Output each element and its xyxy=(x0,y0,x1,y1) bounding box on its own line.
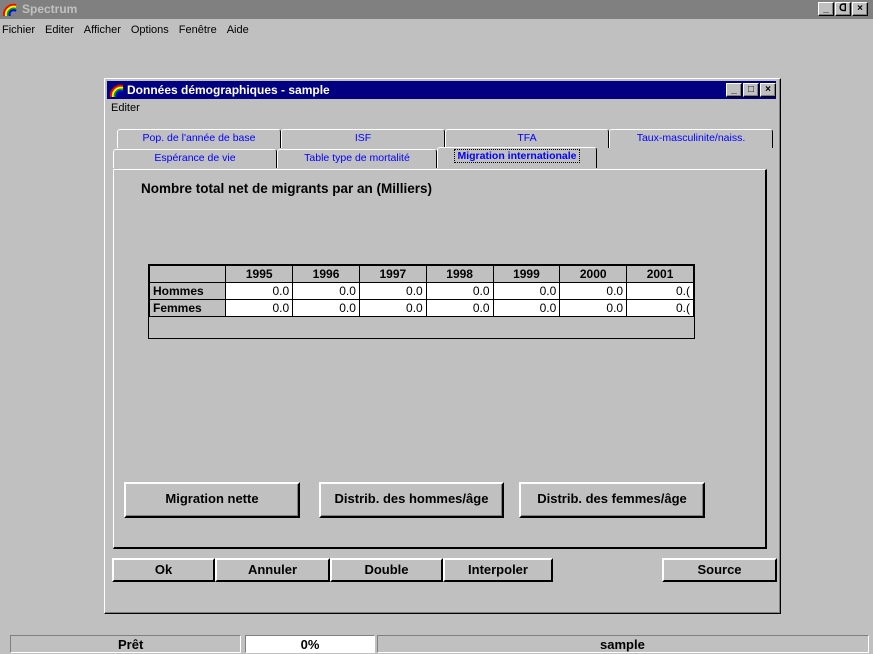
grid-cell[interactable]: 0.0 xyxy=(292,282,360,300)
tab-pop-annee-base[interactable]: Pop. de l'année de base xyxy=(117,129,281,148)
corner-cell xyxy=(149,265,227,283)
close-icon[interactable]: × xyxy=(760,83,776,97)
tab-tfa[interactable]: TFA xyxy=(445,129,609,148)
restore-icon[interactable]: ᗡ xyxy=(835,2,851,16)
app-title: Spectrum xyxy=(22,2,78,16)
grid-cell[interactable]: 0.0 xyxy=(559,282,628,300)
tab-esperance-vie[interactable]: Espérance de vie xyxy=(113,149,277,168)
double-button[interactable]: Double xyxy=(330,558,443,582)
tab-taux-masculinite[interactable]: Taux-masculinite/naiss. xyxy=(609,129,773,148)
column-header: 2001 xyxy=(626,265,694,283)
distrib-femmes-label: Distrib. des femmes/âge xyxy=(537,491,687,506)
tab-isf[interactable]: ISF xyxy=(281,129,445,148)
tab-migration-label: Migration internationale xyxy=(454,149,580,163)
migration-nette-label: Migration nette xyxy=(165,491,259,506)
spectrum-rainbow-icon[interactable] xyxy=(110,84,125,97)
demographics-dialog: Données démographiques - sample _ □ × Ed… xyxy=(104,78,781,614)
grid-cell[interactable]: 0.0 xyxy=(358,299,427,317)
distrib-femmes-button[interactable]: Distrib. des femmes/âge xyxy=(519,482,705,518)
menu-aide[interactable]: Aide xyxy=(227,24,249,36)
maximize-icon[interactable]: □ xyxy=(743,83,759,97)
panel-title: Nombre total net de migrants par an (Mil… xyxy=(141,181,433,196)
column-header: 1998 xyxy=(425,265,494,283)
menu-options[interactable]: Options xyxy=(131,24,169,36)
menu-fenetre[interactable]: Fenêtre xyxy=(179,24,217,36)
grid-cell[interactable]: 0.0 xyxy=(425,282,494,300)
column-header: 1999 xyxy=(492,265,561,283)
table-row: Femmes 0.0 0.0 0.0 0.0 0.0 0.0 0.( xyxy=(149,299,694,317)
tab-migration-internationale[interactable]: Migration internationale xyxy=(437,147,597,168)
source-button[interactable]: Source xyxy=(662,558,777,582)
minimize-icon[interactable]: _ xyxy=(726,83,742,97)
grid-cell[interactable]: 0.0 xyxy=(292,299,360,317)
grid-cell[interactable]: 0.0 xyxy=(225,282,294,300)
column-header: 1996 xyxy=(292,265,360,283)
grid-cell[interactable]: 0.0 xyxy=(492,282,561,300)
status-text: Prêt xyxy=(10,635,241,653)
distrib-hommes-label: Distrib. des hommes/âge xyxy=(334,491,489,506)
close-icon[interactable]: × xyxy=(852,2,868,16)
menu-fichier[interactable]: Fichier xyxy=(2,24,35,36)
spectrum-rainbow-icon[interactable] xyxy=(3,3,18,16)
table-row: Hommes 0.0 0.0 0.0 0.0 0.0 0.0 0.( xyxy=(149,282,694,300)
menu-afficher[interactable]: Afficher xyxy=(84,24,121,36)
dialog-title-bar: Données démographiques - sample _ □ × xyxy=(107,81,776,99)
menu-editer[interactable]: Editer xyxy=(45,24,74,36)
progress-indicator: 0% xyxy=(245,635,375,653)
grid-cell[interactable]: 0.0 xyxy=(358,282,427,300)
column-header: 1995 xyxy=(225,265,294,283)
column-header: 2000 xyxy=(559,265,628,283)
row-header-femmes: Femmes xyxy=(149,299,227,317)
distrib-hommes-button[interactable]: Distrib. des hommes/âge xyxy=(319,482,504,518)
app-menu-bar: Fichier Editer Afficher Options Fenêtre … xyxy=(0,20,873,40)
app-title-bar: Spectrum _ ᗡ × xyxy=(0,0,873,19)
grid-cell[interactable]: 0.0 xyxy=(225,299,294,317)
annuler-button[interactable]: Annuler xyxy=(215,558,330,582)
grid-cell[interactable]: 0.0 xyxy=(559,299,628,317)
grid-cell[interactable]: 0.0 xyxy=(425,299,494,317)
grid-cell[interactable]: 0.( xyxy=(626,299,694,317)
minimize-icon[interactable]: _ xyxy=(818,2,834,16)
status-document: sample xyxy=(377,635,869,653)
table-header-row: 1995 1996 1997 1998 1999 2000 2001 xyxy=(149,265,694,283)
interpoler-button[interactable]: Interpoler xyxy=(443,558,553,582)
row-header-hommes: Hommes xyxy=(149,282,227,300)
migration-nette-button[interactable]: Migration nette xyxy=(124,482,300,518)
grid-cell[interactable]: 0.( xyxy=(626,282,694,300)
tab-table-mortalite[interactable]: Table type de mortalité xyxy=(277,149,437,168)
column-header: 1997 xyxy=(358,265,427,283)
dialog-menu-editer[interactable]: Editer xyxy=(111,102,140,114)
grid-cell[interactable]: 0.0 xyxy=(492,299,561,317)
migration-table: 1995 1996 1997 1998 1999 2000 2001 Homme… xyxy=(149,265,694,317)
migration-grid[interactable]: 1995 1996 1997 1998 1999 2000 2001 Homme… xyxy=(148,264,695,339)
ok-button[interactable]: Ok xyxy=(112,558,215,582)
dialog-title: Données démographiques - sample xyxy=(127,83,330,97)
status-bar: Prêt 0% sample xyxy=(0,633,873,654)
